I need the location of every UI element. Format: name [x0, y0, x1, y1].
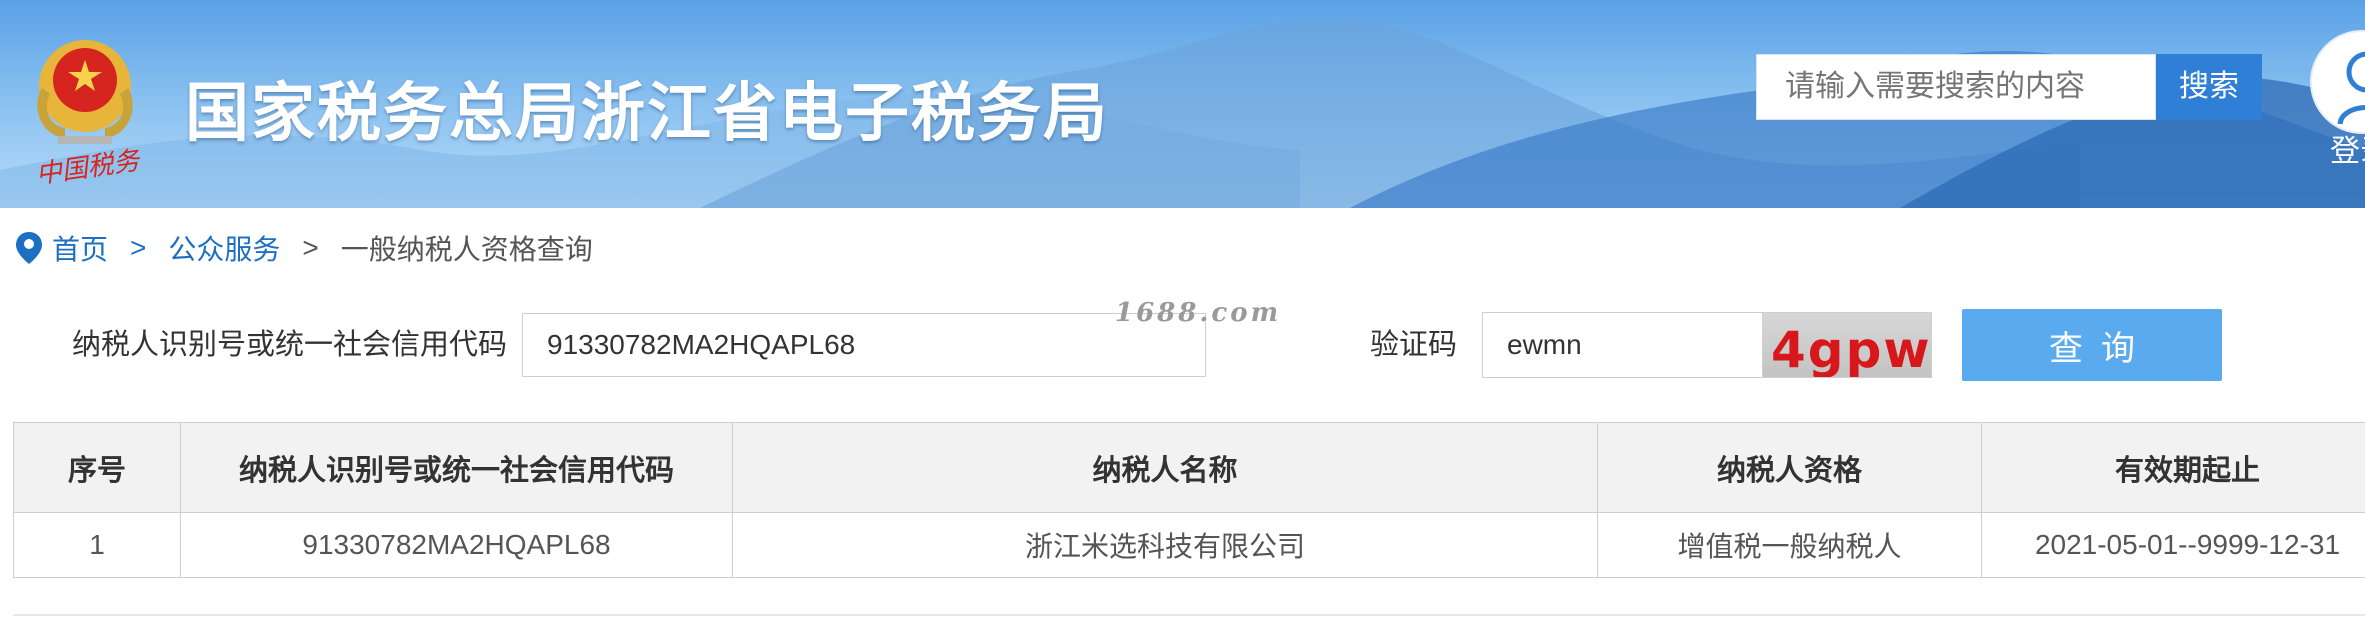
search-input[interactable]	[1756, 54, 2156, 120]
column-header-index: 序号	[13, 422, 181, 513]
search-button[interactable]: 搜索	[2156, 54, 2262, 120]
table-header-row: 序号 纳税人识别号或统一社会信用代码 纳税人名称 纳税人资格 有效期起止	[13, 422, 2365, 513]
column-header-qualification: 纳税人资格	[1597, 422, 1982, 513]
captcha-image[interactable]: 4gpw	[1762, 312, 1932, 378]
cell-validity-period: 2021-05-01--9999-12-31	[1981, 512, 2365, 578]
cell-taxpayer-name: 浙江米选科技有限公司	[732, 512, 1598, 578]
table-row: 1 91330782MA2HQAPL68 浙江米选科技有限公司 增值税一般纳税人…	[13, 512, 2365, 578]
captcha-label: 验证码	[1370, 329, 1458, 361]
login-label: 登录	[2330, 135, 2365, 168]
query-button[interactable]: 查询	[1962, 309, 2222, 381]
breadcrumb-public-services-link[interactable]: 公众服务	[168, 228, 280, 268]
user-icon	[2310, 30, 2365, 134]
breadcrumb: 首页 > 公众服务 > 一般纳税人资格查询	[14, 228, 593, 268]
header-banner: 中国税务 国家税务总局浙江省电子税务局 搜索 登录	[0, 0, 2365, 208]
taxpayer-id-input[interactable]	[522, 313, 1206, 377]
divider	[13, 614, 2365, 616]
results-table: 序号 纳税人识别号或统一社会信用代码 纳税人名称 纳税人资格 有效期起止 1 9…	[13, 422, 2365, 578]
taxpayer-id-label: 纳税人识别号或统一社会信用代码	[72, 329, 508, 361]
site-title: 国家税务总局浙江省电子税务局	[185, 77, 1109, 149]
column-header-taxpayer-id: 纳税人识别号或统一社会信用代码	[180, 422, 733, 513]
column-header-taxpayer-name: 纳税人名称	[732, 422, 1598, 513]
breadcrumb-separator: >	[130, 232, 147, 263]
breadcrumb-current: 一般纳税人资格查询	[340, 234, 593, 265]
cell-taxpayer-id: 91330782MA2HQAPL68	[180, 512, 733, 578]
tax-emblem-icon: 中国税务	[34, 40, 143, 188]
cell-qualification: 增值税一般纳税人	[1597, 512, 1982, 578]
location-pin-icon	[16, 232, 42, 264]
cell-index: 1	[13, 512, 181, 578]
svg-text:中国税务: 中国税务	[34, 146, 143, 188]
captcha-image-text: 4gpw	[1771, 321, 1932, 378]
watermark-text: 1688.com	[1115, 298, 1282, 328]
captcha-input[interactable]	[1482, 312, 1764, 378]
breadcrumb-separator: >	[302, 232, 319, 263]
column-header-validity-period: 有效期起止	[1981, 422, 2365, 513]
login-button[interactable]: 登录	[2310, 30, 2365, 180]
breadcrumb-home-link[interactable]: 首页	[52, 228, 108, 268]
